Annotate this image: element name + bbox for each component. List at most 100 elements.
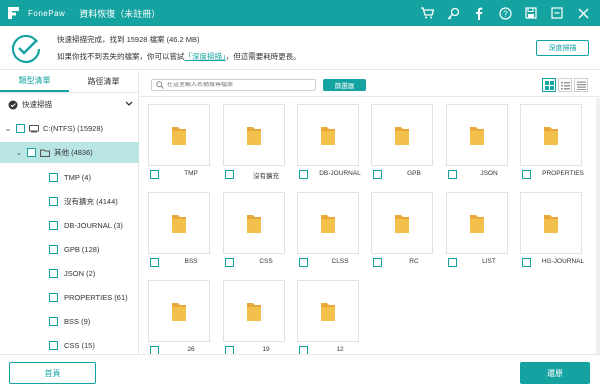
recover-button[interactable]: 還原: [520, 362, 590, 384]
sidebar-item[interactable]: PROPERTIES (61): [0, 287, 139, 308]
file-label: 12: [336, 346, 344, 353]
file-checkbox[interactable]: [225, 170, 234, 179]
filter-button[interactable]: 篩選器: [323, 79, 366, 91]
search-box[interactable]: [151, 79, 316, 91]
folder-icon[interactable]: [297, 280, 359, 342]
item-checkbox[interactable]: [49, 269, 58, 278]
file-checkbox[interactable]: [299, 346, 308, 354]
file-card[interactable]: JSON: [440, 98, 508, 179]
file-card[interactable]: RC: [365, 186, 433, 267]
cart-icon[interactable]: [416, 0, 438, 26]
help-icon[interactable]: ?: [494, 0, 516, 26]
file-card[interactable]: TMP: [142, 98, 210, 179]
folder-icon[interactable]: [223, 280, 285, 342]
item-checkbox[interactable]: [49, 293, 58, 302]
sidebar-item[interactable]: 沒有擴充 (4144): [0, 191, 139, 212]
folder-icon[interactable]: [446, 192, 508, 254]
folder-icon[interactable]: [223, 104, 285, 166]
minimize-icon[interactable]: [546, 0, 568, 26]
close-icon[interactable]: [572, 0, 594, 26]
file-label: GPB: [407, 170, 421, 177]
quick-scan-row[interactable]: 快速掃描: [0, 94, 139, 115]
folder-icon[interactable]: [297, 104, 359, 166]
list-view-icon[interactable]: [558, 78, 572, 92]
facebook-icon[interactable]: [468, 0, 490, 26]
tab-type-list[interactable]: 類型清單: [0, 71, 69, 92]
file-checkbox[interactable]: [299, 170, 308, 179]
file-card[interactable]: 沒有擴充: [217, 98, 285, 180]
collapse-caret-icon[interactable]: ⌄: [14, 148, 24, 157]
sidebar-item[interactable]: CSS (15): [0, 335, 139, 356]
file-card[interactable]: GPB: [365, 98, 433, 179]
folder-icon[interactable]: [223, 192, 285, 254]
file-checkbox[interactable]: [373, 258, 382, 267]
file-label: PROPERTIES: [542, 170, 584, 177]
chevron-down-icon[interactable]: [125, 100, 133, 109]
sidebar-item[interactable]: DB-JOURNAL (3): [0, 215, 139, 236]
drive-checkbox[interactable]: [16, 124, 25, 133]
search-input[interactable]: [165, 82, 310, 88]
grid-scrollbar[interactable]: [596, 98, 600, 354]
deep-scan-link[interactable]: 「深度掃描」: [185, 52, 226, 61]
sidebar-tabs: 類型清單 路徑清單: [0, 71, 138, 93]
file-checkbox[interactable]: [522, 258, 531, 267]
file-checkbox[interactable]: [448, 170, 457, 179]
file-checkbox[interactable]: [150, 258, 159, 267]
item-checkbox[interactable]: [49, 221, 58, 230]
file-card[interactable]: 12: [291, 274, 359, 354]
grid-view-icon[interactable]: [542, 78, 556, 92]
file-checkbox[interactable]: [225, 258, 234, 267]
folder-label: 其他 (4836): [54, 148, 93, 157]
file-checkbox[interactable]: [150, 346, 159, 354]
sidebar-item[interactable]: BSS (9): [0, 311, 139, 332]
folder-checkbox[interactable]: [27, 148, 36, 157]
folder-icon[interactable]: [371, 104, 433, 166]
deep-scan-button[interactable]: 深度掃描: [536, 40, 589, 56]
file-card[interactable]: DB-JOURNAL: [291, 98, 361, 179]
hint-suffix: ，但這需要耗時更長。: [225, 52, 301, 61]
file-card[interactable]: BSS: [142, 186, 210, 267]
folder-icon[interactable]: [520, 104, 582, 166]
file-card[interactable]: PROPERTIES: [514, 98, 584, 179]
save-icon[interactable]: [520, 0, 542, 26]
file-checkbox[interactable]: [522, 170, 531, 179]
sidebar-item[interactable]: JSON (2): [0, 263, 139, 284]
item-checkbox[interactable]: [49, 245, 58, 254]
tree-row-folder-other[interactable]: ⌄ 其他 (4836): [0, 142, 139, 163]
item-checkbox[interactable]: [49, 173, 58, 182]
sidebar-item-label: BSS (9): [64, 317, 91, 326]
folder-icon[interactable]: [297, 192, 359, 254]
file-checkbox[interactable]: [448, 258, 457, 267]
title-bar: FonePaw 資料恢復（未註冊） ?: [0, 0, 600, 26]
file-card[interactable]: 19: [217, 274, 285, 354]
folder-icon[interactable]: [371, 192, 433, 254]
file-card[interactable]: LIST: [440, 186, 508, 267]
key-icon[interactable]: [442, 0, 464, 26]
file-card[interactable]: HG-JOURNAL: [514, 186, 584, 267]
folder-icon[interactable]: [520, 192, 582, 254]
item-checkbox[interactable]: [49, 197, 58, 206]
folder-icon[interactable]: [148, 280, 210, 342]
item-checkbox[interactable]: [49, 341, 58, 350]
sidebar-item[interactable]: TMP (4): [0, 167, 139, 188]
file-card[interactable]: 26: [142, 274, 210, 354]
home-button[interactable]: 首頁: [9, 362, 96, 384]
tree-row-drive[interactable]: ⌄ C:(NTFS) (15928): [0, 118, 139, 139]
detail-view-icon[interactable]: [574, 78, 588, 92]
sidebar-item-label: DB-JOURNAL (3): [64, 221, 123, 230]
item-checkbox[interactable]: [49, 317, 58, 326]
file-label: 沒有擴充: [253, 173, 279, 180]
folder-icon[interactable]: [446, 104, 508, 166]
file-card[interactable]: CSS: [217, 186, 285, 267]
file-card[interactable]: CLSS: [291, 186, 359, 267]
folder-icon[interactable]: [148, 192, 210, 254]
file-checkbox[interactable]: [225, 346, 234, 354]
file-checkbox[interactable]: [373, 170, 382, 179]
file-checkbox[interactable]: [150, 170, 159, 179]
sidebar-item[interactable]: GPB (128): [0, 239, 139, 260]
file-checkbox[interactable]: [299, 258, 308, 267]
sidebar-item-label: GPB (128): [64, 245, 100, 254]
collapse-caret-icon[interactable]: ⌄: [3, 124, 13, 133]
folder-icon[interactable]: [148, 104, 210, 166]
tab-path-list[interactable]: 路徑清單: [69, 71, 138, 92]
